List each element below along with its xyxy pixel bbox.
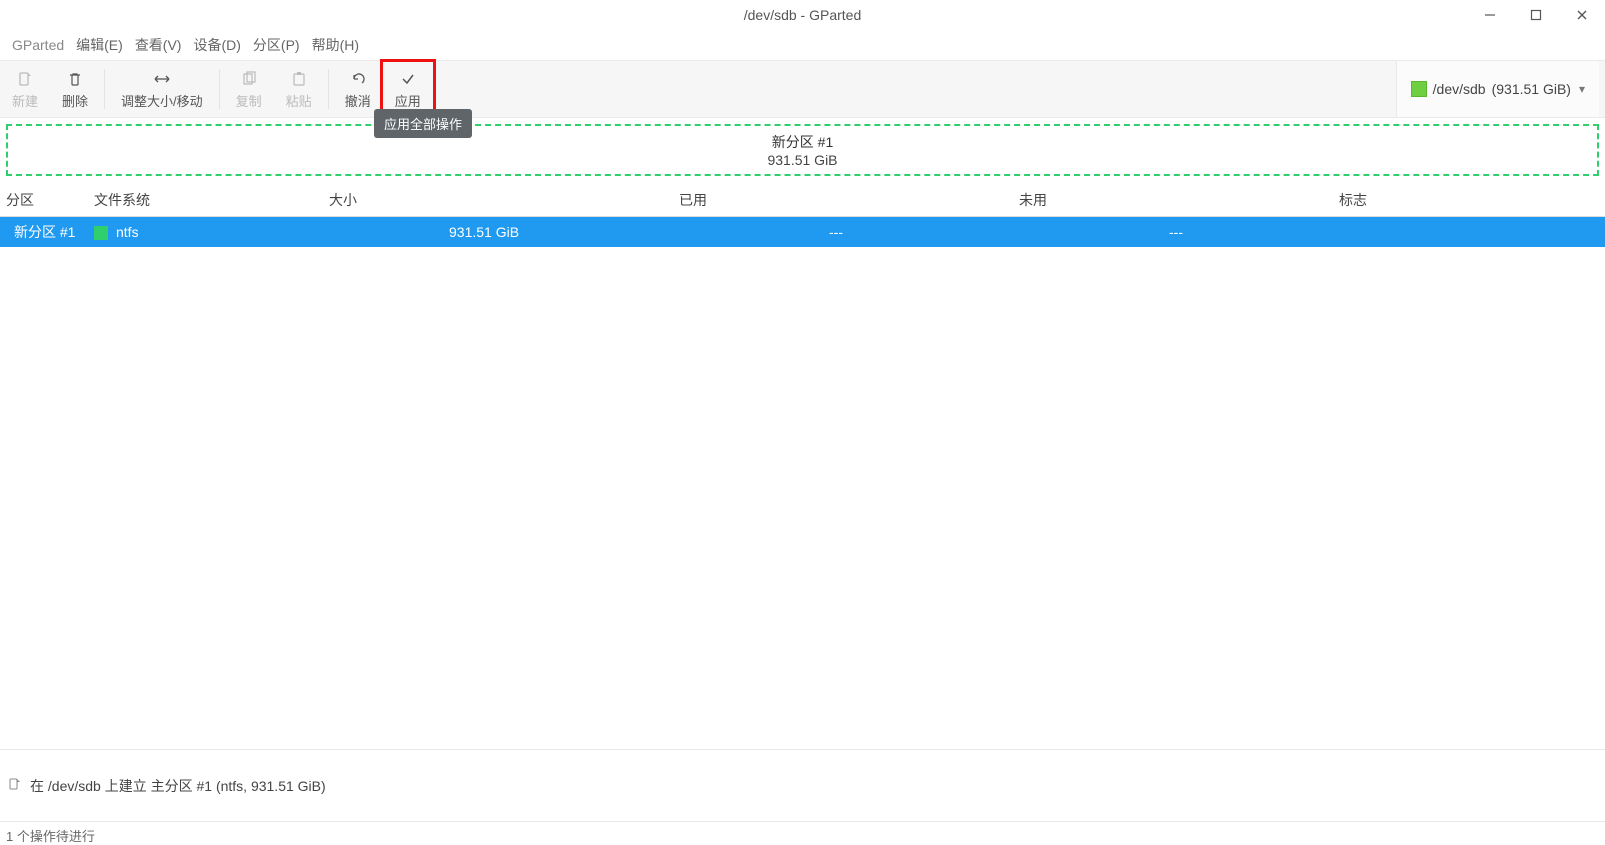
menu-partition[interactable]: 分区(P): [247, 30, 306, 60]
minimize-button[interactable]: [1467, 0, 1513, 30]
delete-button[interactable]: 删除: [50, 61, 100, 117]
undo-label: 撤消: [345, 91, 371, 110]
statusbar-text: 1 个操作待进行: [6, 829, 95, 844]
table-row[interactable]: 新分区 #1 ntfs 931.51 GiB --- ---: [0, 217, 1605, 247]
resize-button[interactable]: 调整大小/移动: [109, 61, 215, 117]
undo-icon: [350, 69, 366, 89]
copy-label: 复制: [236, 91, 262, 110]
pending-operations[interactable]: 在 /dev/sdb 上建立 主分区 #1 (ntfs, 931.51 GiB): [0, 749, 1605, 821]
table-header: 分区 文件系统 大小 已用 未用 标志: [0, 184, 1605, 217]
titlebar: /dev/sdb - GParted: [0, 0, 1605, 30]
window-controls: [1467, 0, 1605, 30]
cell-used: ---: [679, 224, 1019, 240]
separator: [219, 69, 220, 109]
device-color-chip: [1411, 81, 1427, 97]
new-label: 新建: [12, 91, 38, 110]
chevron-down-icon: ▾: [1579, 82, 1585, 96]
menu-device[interactable]: 设备(D): [187, 30, 246, 60]
col-unused[interactable]: 未用: [1019, 190, 1339, 210]
device-selector[interactable]: /dev/sdb (931.51 GiB) ▾: [1396, 61, 1599, 117]
copy-icon: [241, 69, 257, 89]
col-size[interactable]: 大小: [329, 190, 679, 210]
pending-op-text: 在 /dev/sdb 上建立 主分区 #1 (ntfs, 931.51 GiB): [30, 776, 326, 796]
maximize-button[interactable]: [1513, 0, 1559, 30]
paste-button: 粘贴: [274, 61, 324, 117]
partition-map[interactable]: 新分区 #1 931.51 GiB: [6, 124, 1599, 176]
resize-icon: [152, 69, 172, 89]
menu-help[interactable]: 帮助(H): [306, 30, 365, 60]
separator: [328, 69, 329, 109]
close-button[interactable]: [1559, 0, 1605, 30]
cell-filesystem: ntfs: [94, 224, 329, 240]
device-size: (931.51 GiB): [1492, 81, 1571, 97]
cell-partition: 新分区 #1: [6, 222, 94, 242]
paste-label: 粘贴: [286, 91, 312, 110]
delete-label: 删除: [62, 91, 88, 110]
partition-map-name: 新分区 #1: [772, 132, 833, 152]
cell-size: 931.51 GiB: [329, 224, 679, 240]
col-filesystem[interactable]: 文件系统: [94, 190, 329, 210]
menu-edit[interactable]: 编辑(E): [70, 30, 129, 60]
trash-icon: [67, 69, 83, 89]
blank-area: [0, 247, 1605, 749]
col-used[interactable]: 已用: [679, 190, 1019, 210]
filesystem-color-chip: [94, 226, 108, 240]
new-icon: [17, 69, 33, 89]
col-partition[interactable]: 分区: [6, 190, 94, 210]
toolbar: 新建 删除 调整大小/移动 复制 粘贴 撤消 应用: [0, 60, 1605, 118]
cell-unused: ---: [1019, 224, 1339, 240]
menu-view[interactable]: 查看(V): [129, 30, 188, 60]
filesystem-name: ntfs: [116, 224, 139, 240]
statusbar: 1 个操作待进行: [0, 821, 1605, 845]
new-button: 新建: [0, 61, 50, 117]
menu-gparted[interactable]: GParted: [6, 30, 70, 60]
apply-tooltip: 应用全部操作: [374, 109, 472, 138]
partition-table: 分区 文件系统 大小 已用 未用 标志 新分区 #1 ntfs 931.51 G…: [0, 176, 1605, 247]
menubar: GParted 编辑(E) 查看(V) 设备(D) 分区(P) 帮助(H): [0, 30, 1605, 60]
copy-button: 复制: [224, 61, 274, 117]
pending-op-icon: [8, 777, 22, 794]
partition-map-size: 931.51 GiB: [767, 152, 837, 168]
paste-icon: [291, 69, 307, 89]
check-icon: [400, 69, 416, 89]
separator: [104, 69, 105, 109]
col-flags[interactable]: 标志: [1339, 190, 1599, 210]
window-title: /dev/sdb - GParted: [744, 7, 862, 23]
apply-label: 应用: [395, 91, 421, 110]
resize-label: 调整大小/移动: [121, 91, 203, 110]
device-path: /dev/sdb: [1433, 81, 1486, 97]
